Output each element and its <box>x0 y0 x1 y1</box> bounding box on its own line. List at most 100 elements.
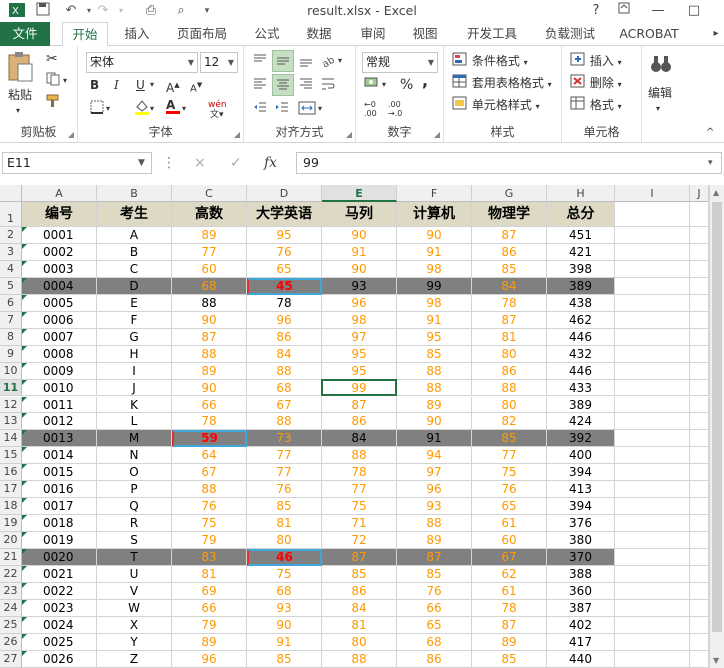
vertical-scrollbar[interactable]: ▲ ▼ <box>709 185 724 668</box>
binoculars-icon[interactable] <box>650 54 672 79</box>
score-cell[interactable]: 81 <box>172 566 247 583</box>
score-cell[interactable]: 87 <box>322 549 397 566</box>
column-header-f[interactable]: F <box>397 185 472 202</box>
score-cell[interactable]: 78 <box>322 464 397 482</box>
score-cell[interactable]: 67 <box>172 464 247 482</box>
score-cell[interactable]: 95 <box>247 227 322 244</box>
score-cell[interactable]: 88 <box>397 362 472 380</box>
confirm-entry-icon[interactable]: ✓ <box>230 154 242 172</box>
grow-font-icon[interactable]: A▲ <box>166 76 180 97</box>
score-cell[interactable]: 68 <box>172 277 247 295</box>
score-cell[interactable]: 88 <box>172 294 247 312</box>
decrease-decimal-icon[interactable]: .00 →.0 <box>388 100 402 118</box>
row-header-15[interactable]: 15 <box>0 447 22 465</box>
score-cell[interactable]: 89 <box>172 362 247 380</box>
column-header-h[interactable]: H <box>547 185 615 202</box>
score-cell[interactable]: 93 <box>247 599 322 617</box>
score-cell[interactable]: 98 <box>397 260 472 278</box>
total-cell[interactable]: 380 <box>547 532 615 550</box>
score-cell[interactable]: 95 <box>322 345 397 363</box>
currency-dropdown-icon[interactable]: ▾ <box>382 76 386 94</box>
score-cell[interactable]: 95 <box>397 328 472 346</box>
empty-cell[interactable] <box>615 379 690 397</box>
score-cell[interactable]: 75 <box>247 566 322 583</box>
name-cell[interactable]: R <box>97 515 172 533</box>
empty-cell[interactable] <box>690 549 709 566</box>
id-cell[interactable]: 0002 <box>22 243 97 261</box>
column-header-j[interactable]: J <box>690 185 709 202</box>
total-cell[interactable]: 370 <box>547 549 615 566</box>
score-cell[interactable]: 93 <box>397 498 472 516</box>
empty-cell[interactable] <box>690 515 709 533</box>
score-cell[interactable]: 88 <box>472 379 547 397</box>
empty-cell[interactable] <box>690 227 709 244</box>
id-cell[interactable]: 0007 <box>22 328 97 346</box>
score-cell[interactable]: 91 <box>397 243 472 261</box>
minimize-icon[interactable]: — <box>646 1 670 21</box>
name-cell[interactable]: K <box>97 396 172 414</box>
paste-dropdown-icon[interactable]: ▾ <box>16 102 20 120</box>
score-cell[interactable]: 90 <box>322 227 397 244</box>
format-as-table-button[interactable]: 套用表格格式 ▾ <box>452 74 552 94</box>
score-cell[interactable]: 98 <box>322 311 397 329</box>
column-header-i[interactable]: I <box>615 185 690 202</box>
name-cell[interactable]: C <box>97 260 172 278</box>
score-cell[interactable]: 68 <box>397 633 472 651</box>
score-cell[interactable]: 88 <box>247 362 322 380</box>
empty-cell[interactable] <box>690 362 709 380</box>
score-cell[interactable]: 62 <box>472 566 547 583</box>
total-cell[interactable]: 402 <box>547 616 615 634</box>
score-cell[interactable]: 85 <box>397 566 472 583</box>
empty-cell[interactable] <box>615 396 690 414</box>
header-cell[interactable]: 编号 <box>22 202 97 227</box>
font-color-dropdown-icon[interactable]: ▾ <box>182 100 186 118</box>
score-cell[interactable]: 91 <box>397 311 472 329</box>
empty-cell[interactable] <box>690 311 709 329</box>
score-cell[interactable]: 77 <box>322 481 397 499</box>
row-header-3[interactable]: 3 <box>0 243 22 261</box>
score-cell[interactable]: 68 <box>247 582 322 600</box>
tab-formulas[interactable]: 公式 <box>246 22 288 46</box>
score-cell[interactable]: 75 <box>172 515 247 533</box>
number-launcher-icon[interactable]: ◢ <box>434 130 440 139</box>
tab-view[interactable]: 视图 <box>404 22 446 46</box>
score-cell[interactable]: 96 <box>172 650 247 668</box>
wrap-text-icon[interactable] <box>320 76 336 97</box>
fill-color-icon[interactable] <box>134 98 150 121</box>
total-cell[interactable]: 360 <box>547 582 615 600</box>
column-header-e[interactable]: E <box>322 185 397 202</box>
empty-cell[interactable] <box>615 362 690 380</box>
score-cell[interactable]: 78 <box>472 599 547 617</box>
empty-cell[interactable] <box>690 345 709 363</box>
underline-dropdown-icon[interactable]: ▾ <box>150 76 154 94</box>
empty-cell[interactable] <box>615 532 690 550</box>
id-cell[interactable]: 0021 <box>22 566 97 583</box>
tab-review[interactable]: 审阅 <box>352 22 394 46</box>
delete-cells-button[interactable]: 删除 ▾ <box>570 74 622 94</box>
name-cell[interactable]: I <box>97 362 172 380</box>
score-cell[interactable]: 80 <box>322 633 397 651</box>
align-right-icon[interactable] <box>298 76 314 97</box>
score-cell[interactable]: 89 <box>472 633 547 651</box>
total-cell[interactable]: 446 <box>547 362 615 380</box>
score-cell[interactable]: 75 <box>472 464 547 482</box>
name-box-dropdown-icon[interactable]: ▼ <box>138 154 145 172</box>
row-header-26[interactable]: 26 <box>0 633 22 651</box>
select-all-corner[interactable] <box>0 185 22 202</box>
row-header-20[interactable]: 20 <box>0 532 22 550</box>
score-cell[interactable]: 73 <box>247 430 322 448</box>
insert-cells-button[interactable]: 插入 ▾ <box>570 52 622 72</box>
name-cell[interactable]: V <box>97 582 172 600</box>
number-format-select[interactable]: 常规 ▼ <box>362 52 438 73</box>
tab-file[interactable]: 文件 <box>0 22 50 46</box>
empty-cell[interactable] <box>690 582 709 600</box>
score-cell[interactable]: 86 <box>322 582 397 600</box>
score-cell[interactable]: 61 <box>472 582 547 600</box>
empty-cell[interactable] <box>690 260 709 278</box>
total-cell[interactable]: 421 <box>547 243 615 261</box>
score-cell[interactable]: 84 <box>322 430 397 448</box>
total-cell[interactable]: 392 <box>547 430 615 448</box>
empty-cell[interactable] <box>690 481 709 499</box>
help-icon[interactable]: ? <box>584 1 608 21</box>
score-cell[interactable]: 81 <box>322 616 397 634</box>
